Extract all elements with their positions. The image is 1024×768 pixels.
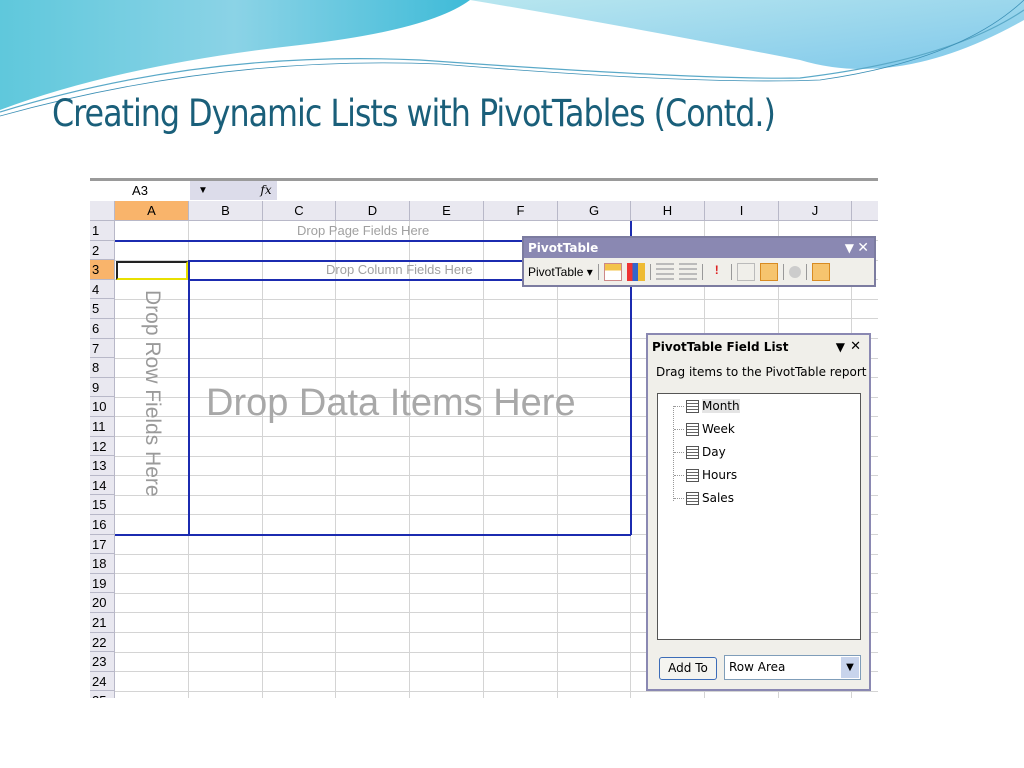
row-header-25[interactable]: 25 — [90, 691, 115, 698]
active-cell[interactable] — [116, 261, 188, 280]
chevron-down-icon[interactable]: ▼ — [841, 657, 859, 678]
row-header-11[interactable]: 11 — [90, 417, 115, 437]
field-label: Day — [702, 445, 726, 459]
field-label: Hours — [702, 468, 738, 482]
row-header-4[interactable]: 4 — [90, 279, 115, 300]
show-field-list-icon[interactable] — [811, 262, 830, 281]
field-item[interactable]: Week — [674, 422, 735, 436]
row-header-7[interactable]: 7 — [90, 338, 115, 359]
field-label: Month — [702, 399, 740, 413]
row-header-14[interactable]: 14 — [90, 475, 115, 496]
row-header-9[interactable]: 9 — [90, 377, 115, 398]
always-display-items-icon[interactable] — [759, 262, 778, 281]
row-header-13[interactable]: 13 — [90, 456, 115, 476]
refresh-data-icon[interactable]: ! — [708, 263, 726, 281]
field-icon — [686, 491, 699, 505]
row-header-12[interactable]: 12 — [90, 436, 115, 457]
gridline — [557, 221, 558, 698]
name-box-dropdown-icon[interactable]: ▼ — [190, 181, 255, 200]
pivottable-menu-button[interactable]: PivotTable ▾ — [528, 265, 593, 279]
row-header-23[interactable]: 23 — [90, 652, 115, 672]
row-header-17[interactable]: 17 — [90, 534, 115, 555]
row-header-2[interactable]: 2 — [90, 240, 115, 261]
name-box[interactable]: A3 — [90, 181, 190, 200]
row-header-8[interactable]: 8 — [90, 358, 115, 378]
row-header-6[interactable]: 6 — [90, 319, 115, 339]
field-icon — [686, 422, 699, 436]
row-header-15[interactable]: 15 — [90, 495, 115, 515]
row-header-24[interactable]: 24 — [90, 671, 115, 692]
chart-wizard-icon[interactable] — [626, 262, 645, 281]
column-header-I[interactable]: I — [705, 201, 779, 221]
drop-column-fields[interactable]: Drop Column Fields Here — [326, 262, 473, 277]
row-header-22[interactable]: 22 — [90, 632, 115, 653]
row-header-20[interactable]: 20 — [90, 593, 115, 613]
toolbar-options-icon[interactable]: ▼ — [845, 238, 854, 258]
row-header-21[interactable]: 21 — [90, 613, 115, 633]
field-label: Week — [702, 422, 735, 436]
column-header-D[interactable]: D — [336, 201, 410, 221]
column-header-E[interactable]: E — [410, 201, 484, 221]
row-header-3[interactable]: 3 — [90, 260, 115, 280]
add-to-button[interactable]: Add To — [659, 657, 717, 680]
field-list-title: PivotTable Field List — [652, 340, 789, 354]
gridline — [409, 221, 410, 698]
field-item[interactable]: Sales — [674, 491, 734, 505]
field-list-instructions: Drag items to the PivotTable report — [656, 365, 867, 379]
row-header-5[interactable]: 5 — [90, 299, 115, 319]
area-select[interactable]: Row Area ▼ — [724, 655, 861, 680]
gridline — [115, 318, 878, 320]
gridline — [335, 221, 336, 698]
gridline — [115, 298, 878, 300]
column-header-F[interactable]: F — [484, 201, 558, 221]
close-icon[interactable]: ✕ — [857, 238, 869, 258]
field-tree: Month Week Day Hours Sales — [657, 393, 861, 640]
row-header-19[interactable]: 19 — [90, 573, 115, 594]
panel-options-icon[interactable]: ▼ — [836, 335, 845, 359]
field-settings-icon[interactable] — [788, 265, 801, 278]
column-header-J[interactable]: J — [779, 201, 852, 221]
row-header-1[interactable]: 1 — [90, 221, 115, 241]
field-icon — [686, 445, 699, 459]
select-all-corner[interactable] — [90, 201, 115, 221]
field-icon — [686, 399, 699, 413]
show-detail-icon[interactable] — [678, 262, 697, 281]
column-header-C[interactable]: C — [263, 201, 336, 221]
row-header-18[interactable]: 18 — [90, 554, 115, 574]
field-icon — [686, 468, 699, 482]
hide-detail-icon[interactable] — [655, 262, 674, 281]
area-select-value: Row Area — [729, 660, 786, 674]
drop-row-fields[interactable]: Drop Row Fields Here — [140, 290, 164, 497]
field-item[interactable]: Day — [674, 445, 726, 459]
format-report-icon[interactable] — [603, 262, 622, 281]
include-hidden-icon[interactable] — [736, 262, 755, 281]
gridline — [262, 221, 263, 698]
column-header-H[interactable]: H — [631, 201, 705, 221]
column-header-k[interactable] — [852, 201, 878, 221]
close-icon[interactable]: ✕ — [850, 335, 861, 359]
drop-data-items[interactable]: Drop Data Items Here — [206, 382, 576, 425]
slide-title: Creating Dynamic Lists with PivotTables … — [52, 92, 776, 135]
drop-page-fields[interactable]: Drop Page Fields Here — [297, 223, 429, 238]
field-item[interactable]: Hours — [674, 468, 738, 482]
row-header-16[interactable]: 16 — [90, 515, 115, 535]
column-header-A[interactable]: A — [115, 201, 189, 221]
pivottable-toolbar: PivotTable ▼ ✕ PivotTable ▾ ! — [522, 236, 876, 287]
gridline — [483, 221, 484, 698]
row-header-10[interactable]: 10 — [90, 397, 115, 417]
field-list-panel: PivotTable Field List ▼ ✕ Drag items to … — [646, 333, 871, 691]
field-label: Sales — [702, 491, 734, 505]
formula-bar: A3 ▼ fx — [90, 178, 878, 200]
toolbar-title: PivotTable — [528, 241, 599, 255]
field-item[interactable]: Month — [674, 399, 740, 413]
column-header-B[interactable]: B — [189, 201, 263, 221]
insert-function-icon[interactable]: fx — [255, 181, 277, 200]
column-header-G[interactable]: G — [558, 201, 631, 221]
